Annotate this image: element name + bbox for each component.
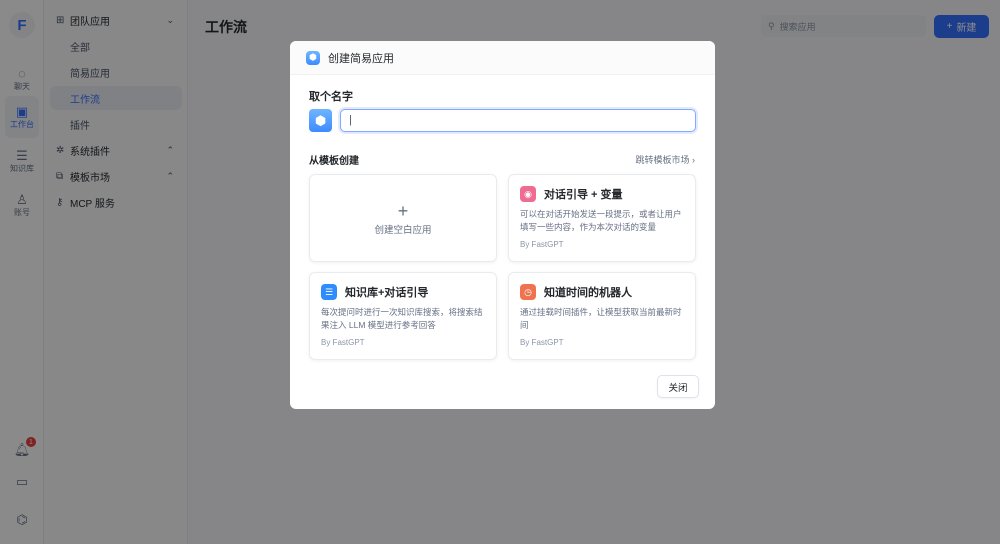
name-label: 取个名字 — [309, 91, 353, 103]
clock-icon: ◷ — [520, 284, 536, 300]
close-button[interactable]: 关闭 — [657, 375, 699, 398]
app-avatar-button[interactable]: ⬢ — [309, 109, 332, 132]
app-name-input[interactable]: | — [340, 109, 696, 132]
cube-icon: ⬢ — [306, 50, 320, 65]
template-card[interactable]: ◷ 知道时间的机器人 通过挂载时间插件，让模型获取当前最新时间 By FastGP… — [508, 272, 696, 360]
create-app-modal: ⬢ 创建简易应用 取个名字 ⬢ | 从模板创建 跳转模板市场 › + 创建空白应用 … — [290, 41, 715, 409]
jump-market-link[interactable]: 跳转模板市场 › — [635, 153, 695, 166]
database-icon: ☰ — [321, 284, 337, 300]
plus-icon: + — [397, 200, 409, 221]
chevron-right-icon: › — [692, 155, 695, 165]
template-card[interactable]: ☰ 知识库+对话引导 每次提问时进行一次知识库搜索，将搜索结果注入 LLM 模型进… — [309, 272, 497, 360]
from-template-label: 从模板创建 — [309, 156, 359, 167]
modal-title: 创建简易应用 — [328, 52, 394, 65]
blank-app-card[interactable]: + 创建空白应用 — [309, 174, 497, 262]
template-card[interactable]: ◉ 对话引导 + 变量 可以在对话开始发送一段提示，或者让用户填写一些内容，作为本… — [508, 174, 696, 262]
chat-bubble-icon: ◉ — [520, 186, 536, 202]
